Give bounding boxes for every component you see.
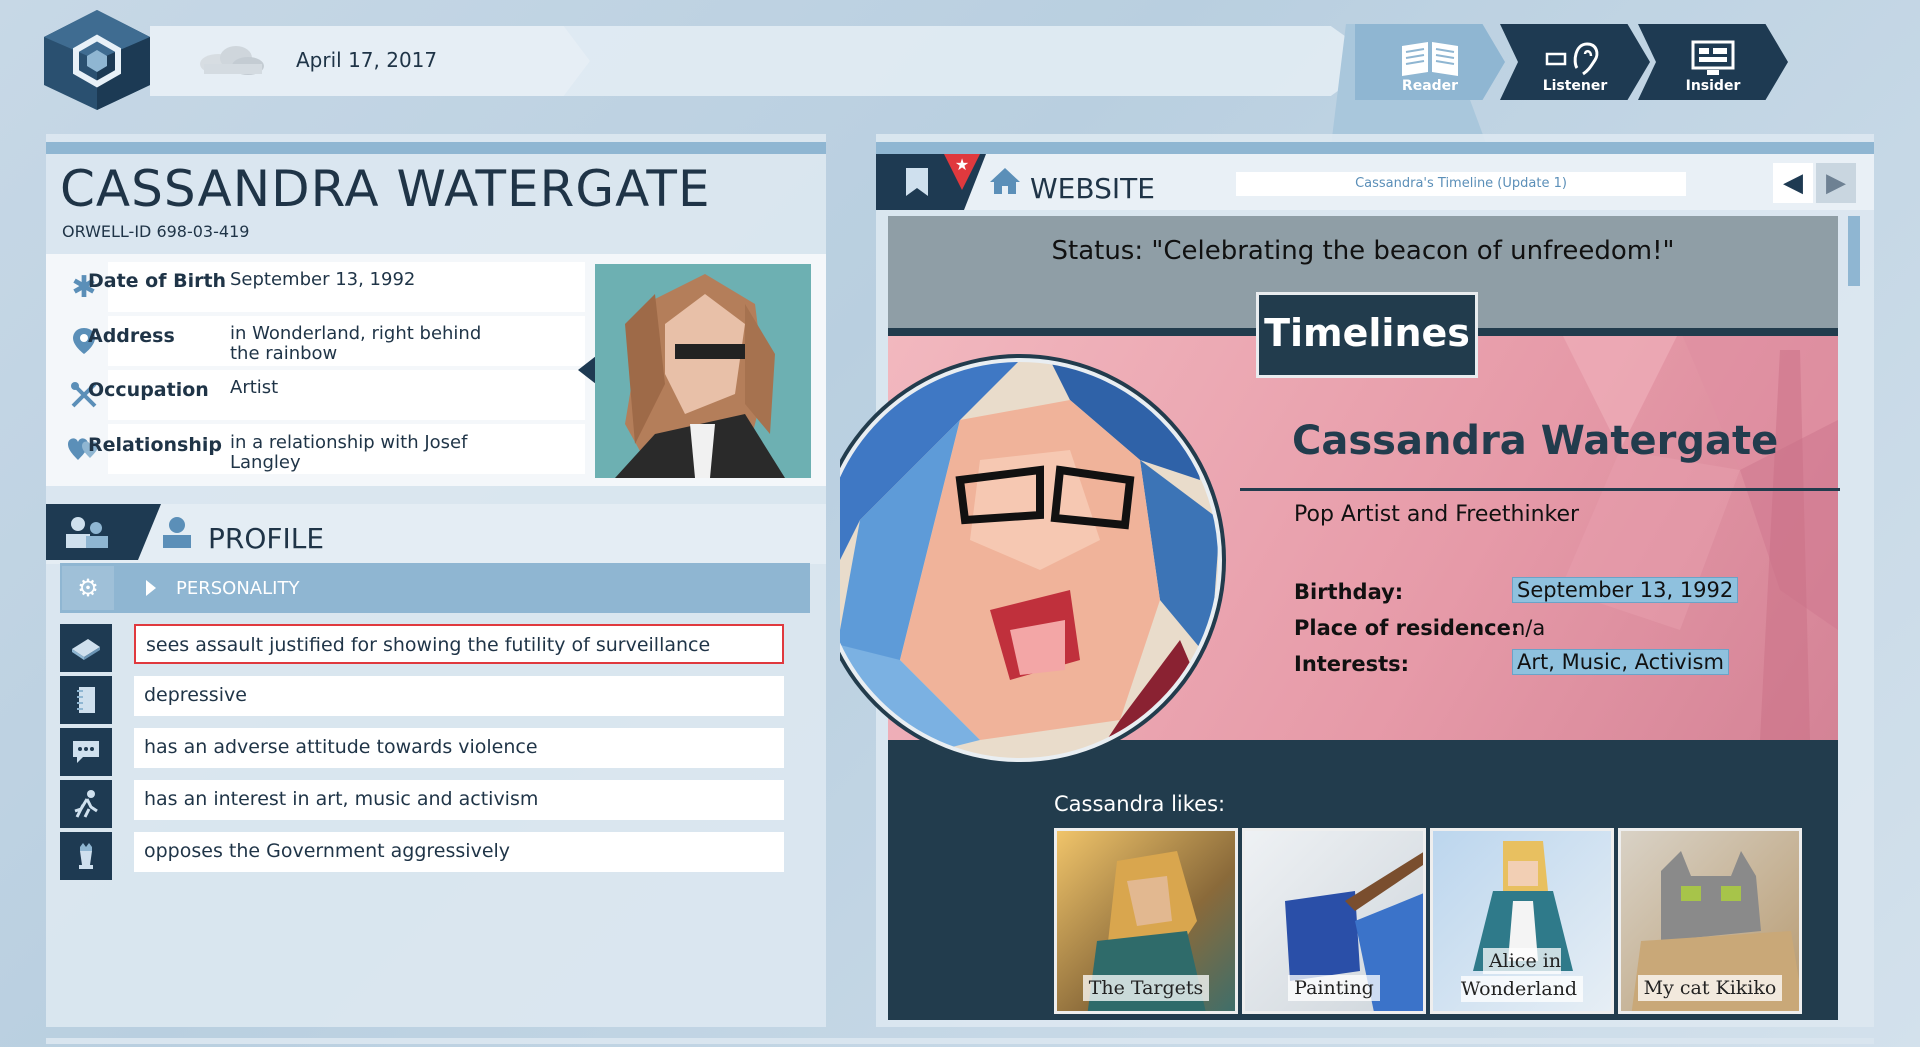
personality-label: PERSONALITY <box>176 578 300 599</box>
trait-item[interactable]: sees assault justified for showing the f… <box>60 624 785 672</box>
like-caption: Painting <box>1288 975 1380 1001</box>
relationship-label: Relationship <box>88 434 222 456</box>
svg-text:★: ★ <box>955 155 969 174</box>
trait-item[interactable]: opposes the Government aggressively <box>60 832 785 880</box>
birthday-value[interactable]: September 13, 1992 <box>1512 577 1739 603</box>
like-caption: The Targets <box>1082 975 1210 1001</box>
like-card[interactable]: My cat Kikiko <box>1618 828 1802 1014</box>
tab-insider-label: Insider <box>1685 78 1741 94</box>
photo-pointer <box>578 356 596 384</box>
likes-label: Cassandra likes: <box>1054 792 1226 816</box>
bottom-edge <box>46 1038 1874 1044</box>
home-icon <box>990 168 1020 194</box>
trait-item[interactable]: has an interest in art, music and activi… <box>60 780 785 828</box>
tab-reader[interactable]: Reader <box>1355 24 1505 100</box>
dob-label: Date of Birth <box>88 270 227 292</box>
like-caption: Alice in Wonderland <box>1460 948 1584 1002</box>
next-page-button[interactable]: ▶ <box>1816 163 1856 203</box>
profile-name: Cassandra Watergate <box>1292 418 1779 464</box>
book-icon <box>1402 42 1458 76</box>
book-icon <box>60 624 112 672</box>
like-card[interactable]: Alice in Wonderland <box>1430 828 1614 1014</box>
monitor-icon <box>1691 40 1735 75</box>
trait-text: has an interest in art, music and activi… <box>134 780 784 820</box>
interests-value[interactable]: Art, Music, Activism <box>1512 649 1729 675</box>
trait-text: depressive <box>134 676 784 716</box>
residence-label: Place of residence: <box>1294 616 1520 640</box>
current-date: April 17, 2017 <box>296 48 438 72</box>
tab-listener[interactable]: Listener <box>1500 24 1650 100</box>
notebook-icon <box>60 676 112 724</box>
prev-page-button[interactable]: ◀ <box>1773 163 1813 203</box>
tab-insider[interactable]: Insider <box>1638 24 1788 100</box>
occupation-label: Occupation <box>88 379 209 401</box>
trait-item[interactable]: has an adverse attitude towards violence <box>60 728 785 776</box>
orwell-id: ORWELL-ID 698-03-419 <box>62 222 250 241</box>
trait-item[interactable]: depressive <box>60 676 785 724</box>
name-underline <box>1240 488 1840 491</box>
bookmark-icon[interactable] <box>904 166 930 198</box>
banner-pattern <box>1560 330 1838 740</box>
trait-text: has an adverse attitude towards violence <box>134 728 784 768</box>
person-icon <box>163 517 191 548</box>
speech-bubble-icon <box>60 728 112 776</box>
dob-value: September 13, 1992 <box>230 269 416 290</box>
trait-text: opposes the Government aggressively <box>134 832 784 872</box>
personality-section[interactable] <box>60 563 810 613</box>
occupation-value: Artist <box>230 377 279 398</box>
like-card[interactable]: Painting <box>1242 828 1426 1014</box>
birthday-highlight[interactable]: September 13, 1992 <box>1512 577 1739 603</box>
cloud-icon <box>200 46 264 75</box>
person-name: CASSANDRA WATERGATE <box>60 160 711 218</box>
runner-icon <box>60 780 112 828</box>
like-card[interactable]: The Targets <box>1054 828 1238 1014</box>
website-scrollbar[interactable] <box>1848 216 1860 286</box>
chess-icon <box>60 832 112 880</box>
chevron-right-icon <box>146 580 156 596</box>
panel-accent <box>876 142 1874 154</box>
app-logo <box>44 10 150 110</box>
like-caption: My cat Kikiko <box>1637 975 1783 1001</box>
profile-avatar <box>840 354 1226 766</box>
person-photo <box>595 264 811 478</box>
ear-icon <box>1545 42 1599 76</box>
relationship-value: in a relationship with Josef Langley <box>230 432 468 473</box>
tab-listener-label: Listener <box>1542 78 1608 94</box>
interests-highlight[interactable]: Art, Music, Activism <box>1512 649 1729 675</box>
tab-reader-label: Reader <box>1401 78 1459 94</box>
profile-title: PROFILE <box>208 522 325 555</box>
people-icon <box>66 517 108 548</box>
website-title: WEBSITE <box>1030 172 1155 205</box>
star-flag-icon: ★ <box>944 154 980 190</box>
residence-value: n/a <box>1512 616 1546 640</box>
interests-label: Interests: <box>1294 652 1410 676</box>
profile-tagline: Pop Artist and Freethinker <box>1294 502 1580 527</box>
address-value: in Wonderland, right behind the rainbow <box>230 323 482 364</box>
trait-text: sees assault justified for showing the f… <box>134 624 784 664</box>
gears-icon: ⚙ <box>62 566 114 610</box>
status-text: Status: "Celebrating the beacon of unfre… <box>1051 236 1675 266</box>
panel-accent <box>46 142 826 154</box>
url-bar[interactable]: Cassandra's Timeline (Update 1) <box>1236 172 1686 196</box>
address-label: Address <box>88 325 175 347</box>
site-logo: Timelines <box>1256 292 1478 378</box>
birthday-label: Birthday: <box>1294 580 1404 604</box>
